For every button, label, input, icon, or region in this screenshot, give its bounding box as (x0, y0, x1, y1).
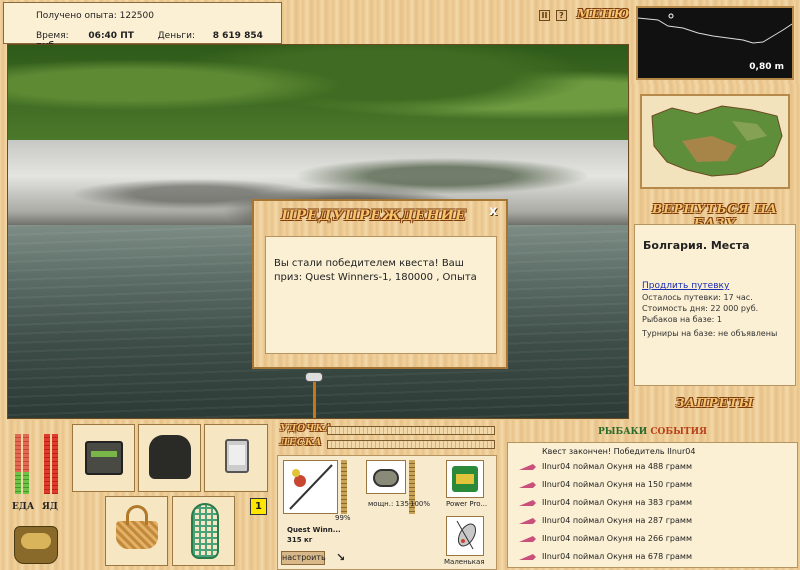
bans-button[interactable]: ЗАПРЕТЫ (630, 396, 800, 410)
food-meter-2-fill (23, 472, 29, 494)
food-label: ЕДА (12, 502, 35, 512)
backpack-icon (149, 435, 191, 479)
lure-slot[interactable] (446, 516, 484, 556)
close-icon[interactable]: x (489, 205, 501, 218)
fish-icon (517, 462, 537, 472)
line-item-name: Power Pro... (446, 500, 488, 508)
fish-icon (517, 516, 537, 526)
rod-durability-bar (341, 460, 347, 514)
status-meters: ЕДА ЯД (12, 432, 70, 512)
remaining-text: Осталось путевки: 17 час. (642, 293, 753, 302)
fish-icon (517, 552, 537, 562)
rod-tension-bar (327, 426, 495, 435)
dialog-title: ПРЕДУПРЕЖДЕНИЕ (281, 208, 467, 224)
pause-button[interactable]: II (539, 10, 550, 21)
line-slot[interactable] (446, 460, 484, 498)
poison-meter (44, 434, 50, 494)
bulgaria-map-icon (651, 105, 783, 177)
event-item: IInur04 поймал Окуня на 287 грамм (542, 516, 692, 525)
tournaments-text: Турниры на базе: не объявлены (642, 329, 778, 338)
events-list: Квест закончен! Победитель IInur04 IInur… (507, 442, 798, 568)
picnic-basket-icon (116, 521, 158, 549)
depth-map: 0,80 m (636, 6, 794, 80)
event-item: IInur04 поймал Окуня на 266 грамм (542, 534, 692, 543)
tab-events[interactable]: СОБЫТИЯ (650, 427, 707, 437)
dialog-message: Вы стали победителем квеста! Ваш приз: Q… (265, 236, 497, 354)
poison-label: ЯД (42, 502, 58, 512)
spinning-rod-icon (289, 464, 333, 510)
place-info-panel: Болгария. Места Продлить путевку Осталос… (634, 224, 796, 386)
reel-power: мощн.: 135 (368, 500, 409, 508)
backpack-slot[interactable] (138, 424, 201, 492)
money-label: Деньги: (157, 31, 195, 41)
reel-percent: 100% (410, 500, 431, 508)
place-title: Болгария. Места (643, 239, 750, 252)
line-spool-icon (452, 466, 478, 492)
poison-meter-2 (52, 434, 58, 494)
fishers-text: Рыбаков на базе: 1 (642, 315, 722, 324)
fish-icon (517, 498, 537, 508)
location-map[interactable] (640, 94, 790, 189)
extend-permit-link[interactable]: Продлить путевку (642, 281, 729, 291)
event-item: IInur04 поймал Окуня на 150 грамм (542, 480, 692, 489)
reel-slot[interactable] (366, 460, 406, 494)
rod-percent: 99% (335, 514, 351, 522)
experience-value: 122500 (119, 11, 154, 21)
reel-icon (305, 372, 323, 382)
fish-icon (517, 480, 537, 490)
events-tabs: РЫБАКИ СОБЫТИЯ (505, 427, 800, 437)
menu-button[interactable]: МЕНЮ (577, 7, 630, 21)
rod-panel: УДОЧКА ЛЕСКА 99% Quest Winn... 315 кг на… (277, 420, 497, 570)
menu-bar: II ? МЕНЮ (282, 2, 629, 30)
rod-label: УДОЧКА (280, 424, 333, 434)
keepnet-icon (191, 503, 219, 559)
left-frame (0, 44, 7, 420)
arrow-icon[interactable]: ↘ (336, 551, 345, 564)
line-tension-bar (327, 440, 495, 449)
tab-fishers[interactable]: РЫБАКИ (598, 427, 647, 437)
fish-icon (517, 534, 537, 544)
setup-button[interactable]: настроить (281, 551, 326, 565)
tackle-box-slot[interactable] (72, 424, 135, 492)
day-cost-text: Стоимость дня: 22 000 руб. (642, 304, 759, 313)
line-label: ЛЕСКА (280, 438, 323, 448)
rod-equipment: 99% Quest Winn... 315 кг настроить ↘ мощ… (277, 455, 497, 570)
rod-weight: 315 кг (287, 536, 313, 544)
tackle-box-icon (85, 441, 123, 475)
rod-slot[interactable] (283, 460, 338, 514)
depth-value: 0,80 m (749, 62, 784, 72)
warning-dialog: ПРЕДУПРЕЖДЕНИЕ x Вы стали победителем кв… (252, 199, 508, 369)
food-meter-fill (15, 472, 21, 494)
phone-slot[interactable] (204, 424, 268, 492)
basket-slot[interactable] (105, 496, 168, 566)
spinner-lure-icon (456, 520, 477, 550)
slot-count-badge: 1 (250, 498, 267, 515)
experience-label: Получено опыта: (36, 11, 117, 21)
event-item: Квест закончен! Победитель IInur04 (542, 447, 696, 456)
events-panel: РЫБАКИ СОБЫТИЯ Квест закончен! Победител… (505, 420, 800, 570)
experience-row: Получено опыта: 122500 (36, 11, 154, 21)
bottom-panel: ЕДА ЯД 1 УДОЧКА ЛЕСКА 99% Quest Winn... … (0, 420, 800, 570)
help-button[interactable]: ? (556, 10, 567, 21)
event-item: IInur04 поймал Окуня на 383 грамм (542, 498, 692, 507)
reel-item-icon (373, 469, 399, 487)
player-info-panel: Получено опыта: 122500 Время: 06:40 ПТ Д… (3, 2, 282, 51)
lure-item-name: Маленькая (444, 558, 485, 566)
rod-name: Quest Winn... (287, 526, 341, 534)
float-rod-tip (313, 378, 316, 418)
time-value: 06:40 ПТ (88, 31, 134, 41)
phone-icon (225, 439, 249, 473)
time-label: Время: (36, 31, 69, 41)
event-item: IInur04 поймал Окуня на 678 грамм (542, 552, 692, 561)
forest-background (8, 45, 628, 145)
keepnet-slot[interactable] (172, 496, 235, 566)
backpack-food-icon[interactable] (14, 526, 58, 564)
event-item: IInur04 поймал Окуня на 488 грамм (542, 462, 692, 471)
